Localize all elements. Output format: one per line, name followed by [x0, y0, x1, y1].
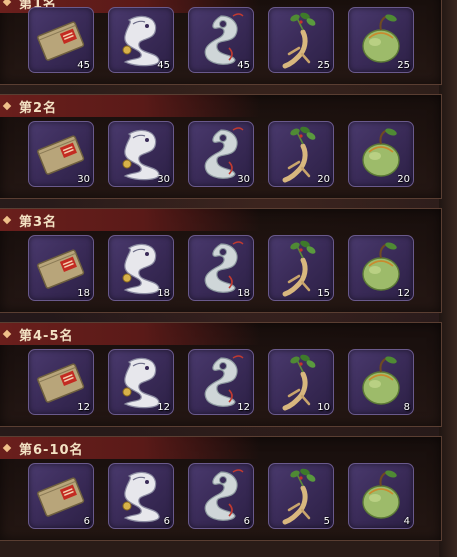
reward-slot[interactable]: 25 [268, 7, 334, 73]
reward-slot[interactable]: 30 [28, 121, 94, 187]
item-count: 25 [397, 60, 410, 71]
reward-items: 45 45 45 25 25 [28, 7, 414, 73]
reward-slot[interactable]: 6 [188, 463, 254, 529]
reward-slot[interactable]: 30 [108, 121, 174, 187]
reward-slot[interactable]: 12 [108, 349, 174, 415]
item-count: 18 [77, 288, 90, 299]
reward-slot[interactable]: 45 [108, 7, 174, 73]
item-count: 45 [77, 60, 90, 71]
reward-slot[interactable]: 8 [348, 349, 414, 415]
item-count: 25 [317, 60, 330, 71]
rank-title: 第6-10名 [19, 442, 84, 458]
item-count: 10 [317, 402, 330, 413]
item-count: 6 [163, 516, 170, 527]
reward-slot[interactable]: 18 [28, 235, 94, 301]
rank-title: 第2名 [19, 100, 58, 116]
reward-slot[interactable]: 5 [268, 463, 334, 529]
reward-slot[interactable]: 12 [348, 235, 414, 301]
reward-slot[interactable]: 45 [188, 7, 254, 73]
item-count: 30 [237, 174, 250, 185]
reward-slot[interactable]: 45 [28, 7, 94, 73]
item-count: 12 [237, 402, 250, 413]
diamond-icon [2, 101, 12, 111]
reward-slot[interactable]: 25 [348, 7, 414, 73]
reward-items: 18 18 18 15 12 [28, 235, 414, 301]
reward-slot[interactable]: 30 [188, 121, 254, 187]
rank-header: 第2名 [0, 95, 260, 117]
reward-slot[interactable]: 10 [268, 349, 334, 415]
item-count: 6 [243, 516, 250, 527]
reward-slot[interactable]: 4 [348, 463, 414, 529]
rank-panel: 第3名 18 18 18 15 12 [0, 208, 442, 313]
item-count: 45 [157, 60, 170, 71]
rank-panel: 第4-5名 12 12 12 10 8 [0, 322, 442, 427]
rank-panel: 第2名 30 30 30 20 20 [0, 94, 442, 199]
rank-title: 第3名 [19, 214, 58, 230]
reward-items: 6 6 6 5 4 [28, 463, 414, 529]
rank-header: 第3名 [0, 209, 260, 231]
item-count: 45 [237, 60, 250, 71]
rank-header: 第4-5名 [0, 323, 260, 345]
rank-panel: 第1名 45 45 45 25 25 [0, 0, 442, 85]
item-count: 12 [77, 402, 90, 413]
rank-title: 第4-5名 [19, 328, 74, 344]
reward-slot[interactable]: 18 [188, 235, 254, 301]
reward-items: 12 12 12 10 8 [28, 349, 414, 415]
item-count: 18 [157, 288, 170, 299]
rank-panel: 第6-10名 6 6 6 5 4 [0, 436, 442, 541]
item-count: 12 [397, 288, 410, 299]
diamond-icon [2, 329, 12, 339]
rank-reward-list[interactable]: 第1名 45 45 45 25 25 第2名 30 30 30 20 20 第3… [0, 0, 442, 550]
diamond-icon [2, 443, 12, 453]
item-count: 20 [317, 174, 330, 185]
item-count: 18 [237, 288, 250, 299]
item-count: 15 [317, 288, 330, 299]
reward-slot[interactable]: 12 [28, 349, 94, 415]
diamond-icon [2, 0, 12, 7]
item-count: 6 [83, 516, 90, 527]
item-count: 12 [157, 402, 170, 413]
item-count: 5 [323, 516, 330, 527]
reward-slot[interactable]: 20 [268, 121, 334, 187]
reward-slot[interactable]: 12 [188, 349, 254, 415]
rank-header: 第6-10名 [0, 437, 260, 459]
item-count: 8 [403, 402, 410, 413]
item-count: 30 [157, 174, 170, 185]
item-count: 30 [77, 174, 90, 185]
reward-slot[interactable]: 6 [28, 463, 94, 529]
reward-items: 30 30 30 20 20 [28, 121, 414, 187]
reward-slot[interactable]: 15 [268, 235, 334, 301]
item-count: 20 [397, 174, 410, 185]
reward-slot[interactable]: 18 [108, 235, 174, 301]
item-count: 4 [403, 516, 410, 527]
reward-slot[interactable]: 20 [348, 121, 414, 187]
diamond-icon [2, 215, 12, 225]
reward-slot[interactable]: 6 [108, 463, 174, 529]
